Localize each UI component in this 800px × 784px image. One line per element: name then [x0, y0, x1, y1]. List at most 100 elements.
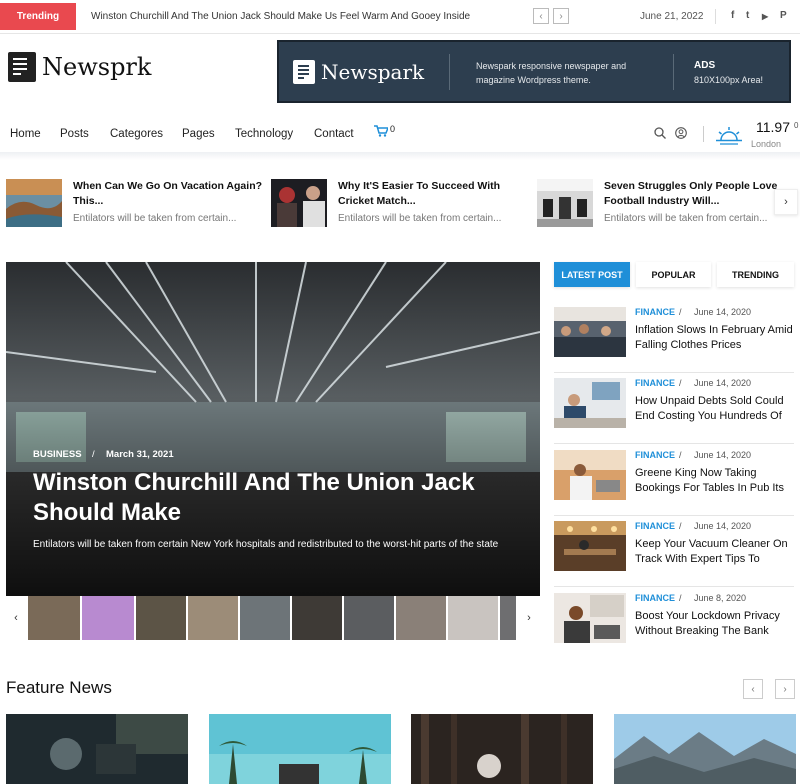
strip-thumbnail[interactable]: [537, 179, 593, 227]
ad-logo: Newspark: [293, 60, 424, 84]
post-category[interactable]: FINANCE: [635, 378, 675, 388]
nav-item-posts[interactable]: Posts: [60, 128, 89, 140]
newspaper-icon: [293, 60, 315, 84]
feature-card-image[interactable]: [6, 714, 188, 784]
carousel-thumbnail[interactable]: [500, 596, 516, 640]
post-slash: /: [679, 450, 682, 460]
strip-item[interactable]: Seven Struggles Only People Love Footbal…: [537, 179, 777, 229]
nav-item-contact[interactable]: Contact: [314, 128, 354, 140]
search-icon[interactable]: [654, 127, 666, 139]
sidebar-post[interactable]: FINANCE / June 14, 2020 Greene King Now …: [554, 450, 794, 516]
divider: [554, 443, 794, 444]
post-category[interactable]: FINANCE: [635, 450, 675, 460]
post-thumbnail[interactable]: [554, 450, 626, 500]
post-thumbnail[interactable]: [554, 593, 626, 643]
cart-icon[interactable]: [374, 125, 390, 140]
carousel-thumbnail[interactable]: [448, 596, 498, 640]
carousel-thumbnail[interactable]: [344, 596, 394, 640]
post-category[interactable]: FINANCE: [635, 307, 675, 317]
divider: [673, 54, 674, 90]
tab-popular[interactable]: POPULAR: [636, 262, 711, 287]
trending-prev-button[interactable]: ‹: [533, 8, 549, 24]
site-logo[interactable]: Newsprk: [8, 52, 151, 82]
post-title[interactable]: Boost Your Lockdown Privacy Without Brea…: [635, 609, 795, 639]
nav-item-categores[interactable]: Categores: [110, 128, 163, 140]
post-thumbnail[interactable]: [554, 307, 626, 357]
weather-sun-icon: [716, 127, 742, 145]
logo-text: Newsprk: [42, 53, 152, 81]
strip-thumbnail[interactable]: [6, 179, 62, 227]
ad-banner[interactable]: Newspark Newspark responsive newspaper a…: [277, 40, 791, 103]
trending-badge: Trending: [0, 3, 76, 30]
facebook-icon[interactable]: f: [731, 10, 734, 21]
trending-headline[interactable]: Winston Churchill And The Union Jack Sho…: [91, 11, 470, 22]
post-title[interactable]: Inflation Slows In February Amid Falling…: [635, 323, 795, 353]
hero-slash: /: [92, 449, 95, 460]
twitter-icon[interactable]: t: [746, 10, 749, 21]
hero-date: March 31, 2021: [106, 449, 174, 460]
ad-label: ADS: [694, 60, 716, 71]
nav-item-home[interactable]: Home: [10, 128, 41, 140]
strip-next-button[interactable]: ›: [774, 189, 798, 215]
post-category[interactable]: FINANCE: [635, 521, 675, 531]
cart-count: 0: [390, 124, 396, 134]
carousel-thumbnail[interactable]: [292, 596, 342, 640]
pinterest-icon[interactable]: P: [780, 10, 787, 21]
trending-next-button[interactable]: ›: [553, 8, 569, 24]
strip-item[interactable]: Why It'S Easier To Succeed With Cricket …: [271, 179, 531, 229]
strip-title[interactable]: Seven Struggles Only People Love Footbal…: [604, 179, 779, 209]
post-slash: /: [679, 521, 682, 531]
feature-card-image[interactable]: [209, 714, 391, 784]
tab-latest-post[interactable]: LATEST POST: [554, 262, 630, 287]
divider: [554, 586, 794, 587]
carousel-thumbnail[interactable]: [28, 596, 80, 640]
hero-thumbnail-carousel: ‹ ›: [6, 596, 540, 642]
hero-category[interactable]: BUSINESS: [33, 449, 82, 460]
top-bar: Trending Winston Churchill And The Union…: [0, 0, 800, 34]
sidebar-post[interactable]: FINANCE / June 14, 2020 Inflation Slows …: [554, 307, 794, 373]
sidebar-post[interactable]: FINANCE / June 14, 2020 How Unpaid Debts…: [554, 378, 794, 444]
post-title[interactable]: How Unpaid Debts Sold Could End Costing …: [635, 394, 795, 424]
strip-thumbnail[interactable]: [271, 179, 327, 227]
feature-card-image[interactable]: [614, 714, 796, 784]
divider: [715, 9, 716, 24]
sidebar-post[interactable]: FINANCE / June 14, 2020 Keep Your Vacuum…: [554, 521, 794, 587]
post-slash: /: [679, 378, 682, 388]
nav-item-technology[interactable]: Technology: [235, 128, 293, 140]
feature-card-image[interactable]: [411, 714, 593, 784]
divider: [449, 54, 450, 90]
post-date: June 14, 2020: [694, 378, 752, 388]
post-thumbnail[interactable]: [554, 521, 626, 571]
nav-item-pages[interactable]: Pages: [182, 128, 215, 140]
carousel-thumbnail[interactable]: [188, 596, 238, 640]
post-slash: /: [679, 307, 682, 317]
user-icon[interactable]: [675, 127, 687, 139]
strip-excerpt: Entilators will be taken from certain...: [604, 213, 768, 224]
hero-description: Entilators will be taken from certain Ne…: [33, 539, 499, 550]
post-title[interactable]: Greene King Now Taking Bookings For Tabl…: [635, 466, 795, 496]
post-title[interactable]: Keep Your Vacuum Cleaner On Track With E…: [635, 537, 795, 567]
youtube-icon[interactable]: ▶: [762, 12, 768, 21]
feature-next-button[interactable]: ›: [775, 679, 795, 699]
strip-item[interactable]: When Can We Go On Vacation Again? This..…: [6, 179, 266, 229]
post-category[interactable]: FINANCE: [635, 593, 675, 603]
carousel-thumbnail[interactable]: [136, 596, 186, 640]
newspaper-icon: [8, 52, 36, 82]
carousel-prev-button[interactable]: ‹: [6, 606, 26, 630]
feature-prev-button[interactable]: ‹: [743, 679, 763, 699]
hero-slide[interactable]: BUSINESS / March 31, 2021 Winston Church…: [6, 262, 540, 596]
carousel-thumbnail[interactable]: [396, 596, 446, 640]
strip-title[interactable]: Why It'S Easier To Succeed With Cricket …: [338, 179, 528, 209]
post-thumbnail[interactable]: [554, 378, 626, 428]
strip-title[interactable]: When Can We Go On Vacation Again? This..…: [73, 179, 263, 209]
sidebar-post[interactable]: FINANCE / June 8, 2020 Boost Your Lockdo…: [554, 593, 794, 659]
hero-title[interactable]: Winston Churchill And The Union Jack Sho…: [33, 468, 493, 528]
nav-shadow: [0, 152, 800, 160]
strip-excerpt: Entilators will be taken from certain...: [73, 213, 237, 224]
divider: [703, 126, 704, 142]
carousel-thumbnail[interactable]: [240, 596, 290, 640]
tab-trending[interactable]: TRENDING: [717, 262, 794, 287]
carousel-next-button[interactable]: ›: [519, 606, 539, 630]
carousel-thumbnail[interactable]: [82, 596, 134, 640]
strip-excerpt: Entilators will be taken from certain...: [338, 213, 502, 224]
